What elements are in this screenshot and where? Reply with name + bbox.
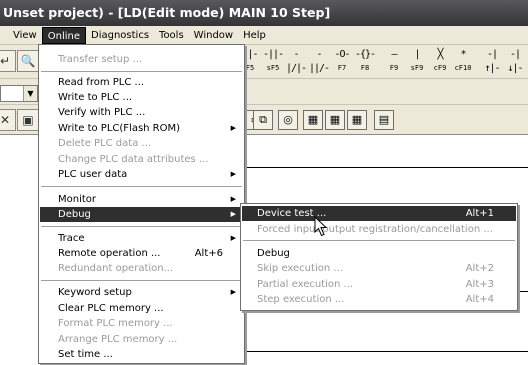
menu-item-plc-user-data[interactable]: PLC user data ▶ xyxy=(40,167,243,182)
menu-separator xyxy=(41,71,242,72)
menu-item-trace[interactable]: Trace ▶ xyxy=(40,231,243,246)
vertical-line-button[interactable]: | sF9 xyxy=(406,48,428,76)
rising-pulse-icon: -|↑|- xyxy=(484,49,500,74)
menu-item-remote-operation[interactable]: Remote operation ... Alt+6 xyxy=(40,246,243,261)
menu-item-arrange-plc-memory[interactable]: Arrange PLC memory ... xyxy=(40,332,243,347)
horizontal-line-button[interactable]: — F9 xyxy=(383,48,405,76)
instruction-icon: -{}- xyxy=(354,49,376,60)
menu-separator xyxy=(41,186,242,187)
menu-diagnostics[interactable]: Diagnostics xyxy=(86,27,154,44)
horizontal-line-icon: — xyxy=(391,49,397,60)
contact-closed-button[interactable]: -|/|-F6 xyxy=(285,48,307,86)
menu-item-transfer-setup[interactable]: Transfer setup ... xyxy=(40,52,243,67)
rising-pulse-button[interactable]: -|↑|-sF7 xyxy=(481,48,503,86)
submenu-arrow-icon: ▶ xyxy=(230,124,236,132)
toolbar-edge-button-2[interactable]: ✕ xyxy=(0,109,16,131)
ladder-rung-line xyxy=(518,291,528,292)
device-entry-icon[interactable]: ▦ xyxy=(347,110,367,130)
project-dropdown[interactable]: ▼ xyxy=(0,85,38,102)
online-menu: Transfer setup ... Read from PLC ... Wri… xyxy=(38,44,245,364)
mouse-cursor-icon xyxy=(314,216,328,237)
menu-separator xyxy=(41,280,242,281)
coil-button[interactable]: -O- F7 xyxy=(331,48,353,76)
menu-item-redundant-operation[interactable]: Redundant operation... xyxy=(40,261,243,276)
menu-item-set-time[interactable]: Set time ... xyxy=(40,347,243,362)
delete-line-button[interactable]: ╳ cF9 xyxy=(429,48,451,76)
falling-pulse-button[interactable]: -|↓|-sF8 xyxy=(504,48,526,86)
menu-item-read-from-plc[interactable]: Read from PLC ... xyxy=(40,75,243,90)
menu-item-clear-plc-memory[interactable]: Clear PLC memory ... xyxy=(40,301,243,316)
menu-item-keyword-setup[interactable]: Keyword setup ▶ xyxy=(40,285,243,300)
menu-help[interactable]: Help xyxy=(238,27,271,44)
instruction-button[interactable]: -{}- F8 xyxy=(354,48,376,76)
delete-line-icon: ╳ xyxy=(437,49,443,60)
menu-separator xyxy=(243,240,515,241)
ladder-rung-line xyxy=(245,167,528,168)
ladder-rung-line xyxy=(245,351,528,352)
debug-submenu: Device test ... Alt+1 Forced input output… xyxy=(240,203,518,311)
contact-closed-parallel-icon: -||/- xyxy=(308,49,330,74)
menu-item-change-plc-attributes[interactable]: Change PLC data attributes ... xyxy=(40,152,243,167)
submenu-arrow-icon: ▶ xyxy=(230,210,236,218)
monitor-icon[interactable]: ◎ xyxy=(278,110,298,130)
menu-item-delete-plc-data[interactable]: Delete PLC data ... xyxy=(40,136,243,151)
device-batch-icon[interactable]: ▦ xyxy=(325,110,345,130)
menu-window[interactable]: Window xyxy=(189,27,238,44)
comment-display-icon[interactable]: ▤ xyxy=(374,110,394,130)
delete-vertical-icon: * xyxy=(460,49,466,60)
vertical-line-icon: | xyxy=(414,49,420,60)
contact-parallel-icon: -||- xyxy=(262,49,284,60)
delete-vertical-button[interactable]: * cF10 xyxy=(452,48,474,76)
menu-separator xyxy=(41,226,242,227)
menu-item-verify-with-plc[interactable]: Verify with PLC ... xyxy=(40,105,243,120)
coil-icon: -O- xyxy=(334,49,350,60)
menu-bar: View Online Diagnostics Tools Window Hel… xyxy=(0,26,528,45)
contact-closed-icon: -|/|- xyxy=(285,49,307,74)
menu-tools[interactable]: Tools xyxy=(154,27,189,44)
menu-view[interactable]: View xyxy=(8,27,42,44)
menu-online[interactable]: Online xyxy=(41,26,86,44)
chevron-down-icon: ▼ xyxy=(23,86,37,101)
submenu-item-debug[interactable]: Debug xyxy=(242,246,516,261)
window-title: Unset project) - [LD(Edit mode) MAIN 10 … xyxy=(0,0,528,26)
submenu-item-step-execution[interactable]: Step execution ... Alt+4 xyxy=(242,292,516,307)
menu-item-monitor[interactable]: Monitor ▶ xyxy=(40,192,243,207)
submenu-item-forced-io[interactable]: Forced input output registration/cancell… xyxy=(242,222,516,237)
cascade-window-icon[interactable]: ⧉ xyxy=(253,110,273,130)
menu-item-debug[interactable]: Debug ▶ xyxy=(40,207,243,222)
submenu-item-partial-execution[interactable]: Partial execution ... Alt+3 xyxy=(242,277,516,292)
menu-item-write-to-plc-flash[interactable]: Write to PLC(Flash ROM) ▶ xyxy=(40,121,243,136)
submenu-arrow-icon: ▶ xyxy=(230,288,236,296)
menu-item-format-plc-memory[interactable]: Format PLC memory ... xyxy=(40,316,243,331)
submenu-item-device-test[interactable]: Device test ... Alt+1 xyxy=(242,206,516,221)
device-list-icon[interactable]: ▦ xyxy=(303,110,323,130)
toolbar-edge-button[interactable]: ↵ xyxy=(0,50,16,72)
menu-item-write-to-plc[interactable]: Write to PLC ... xyxy=(40,90,243,105)
submenu-arrow-icon: ▶ xyxy=(230,170,236,178)
contact-closed-parallel-button[interactable]: -||/-sF6 xyxy=(308,48,330,86)
submenu-arrow-icon: ▶ xyxy=(230,195,236,203)
submenu-item-skip-execution[interactable]: Skip execution ... Alt+2 xyxy=(242,261,516,276)
contact-parallel-button[interactable]: -||- sF5 xyxy=(262,48,284,76)
print-icon[interactable]: ▣ xyxy=(17,109,39,131)
submenu-arrow-icon: ▶ xyxy=(230,234,236,242)
falling-pulse-icon: -|↓|- xyxy=(507,49,523,74)
zoom-icon[interactable]: 🔍 xyxy=(17,50,39,72)
